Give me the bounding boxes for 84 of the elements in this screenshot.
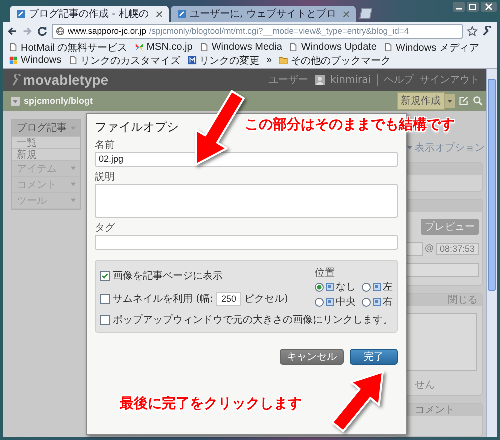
tag-field[interactable]: [95, 235, 398, 250]
checkbox[interactable]: [100, 315, 110, 325]
checkbox-label: 画像を記事ページに表示: [113, 270, 223, 283]
close-icon[interactable]: [343, 10, 350, 18]
radio-button[interactable]: [362, 298, 371, 306]
width-field[interactable]: 250: [216, 292, 242, 306]
panel-title: コメント: [414, 404, 455, 417]
header-link[interactable]: ヘルプ: [384, 73, 414, 87]
dropdown-icon[interactable]: [11, 96, 20, 106]
edit-icon[interactable]: [459, 96, 469, 106]
radio-button[interactable]: [315, 282, 324, 292]
bookmark-item[interactable]: リンクの変更: [188, 54, 260, 67]
time-field[interactable]: 08:37:53: [436, 243, 479, 255]
header-link[interactable]: サインアウト: [420, 73, 480, 87]
maximize-icon[interactable]: [467, 2, 479, 12]
bookmark-item[interactable]: リンクのカスタマイズ: [68, 54, 181, 67]
caret-icon[interactable]: [445, 94, 455, 108]
field-label: 説明: [95, 172, 115, 183]
reload-icon[interactable]: [37, 26, 48, 36]
star-icon[interactable]: [467, 26, 478, 36]
user-label: ユーザー: [268, 74, 309, 87]
checkbox-label: ポップアップウィンドウで元の大きさの画像にリンクします。: [113, 314, 393, 327]
blog-name[interactable]: spjcmonly/blogt: [24, 96, 94, 106]
bookmark-item[interactable]: Windows Update: [289, 41, 377, 54]
caret-icon: [70, 166, 77, 171]
bookmark-item[interactable]: MSN.co.jp: [134, 41, 193, 54]
app-logo[interactable]: movabletype: [23, 72, 109, 88]
name-field[interactable]: 02.jpg: [95, 152, 398, 167]
notice-text: せん: [414, 379, 436, 393]
at-sign: @: [424, 244, 434, 254]
browser-tab[interactable]: ブログ記事の作成 - 札幌の: [10, 6, 169, 22]
cancel-button[interactable]: キャンセル: [280, 349, 344, 365]
checkbox[interactable]: [100, 294, 110, 304]
checkbox[interactable]: [100, 270, 110, 281]
caret-icon: [70, 126, 77, 130]
caret-icon: [70, 198, 77, 203]
new-tab-icon[interactable]: [358, 8, 374, 20]
field-label: 名前: [95, 140, 115, 151]
butterfly-icon: [134, 43, 144, 52]
annotation-text: 最後に完了をクリックします: [120, 395, 302, 413]
bookmark-item[interactable]: HotMail の無料サービス: [9, 41, 128, 54]
done-button[interactable]: 完了: [350, 349, 398, 365]
checkbox-label: サムネイルを利用 (幅:: [113, 292, 214, 306]
radio-button[interactable]: [362, 282, 371, 292]
username-link[interactable]: kinmirai: [330, 74, 371, 86]
annotation-arrow: [332, 371, 384, 432]
annotation-text: この部分はそのままでも結構です: [245, 116, 455, 134]
description-field[interactable]: [95, 184, 398, 218]
close-icon[interactable]: [481, 2, 497, 12]
position-label: 位置: [315, 266, 336, 280]
triangle-icon: [407, 145, 413, 151]
field-label: タグ: [95, 223, 115, 234]
sidebar-item[interactable]: 一覧: [12, 137, 80, 149]
radio-label: 左: [383, 281, 393, 294]
back-arrow-icon[interactable]: [7, 26, 18, 36]
new-entry-button[interactable]: 新規作成: [397, 92, 445, 110]
search-icon[interactable]: [473, 96, 483, 106]
radio-label: 右: [383, 296, 393, 309]
radio-label: なし: [336, 281, 356, 294]
wrench-icon[interactable]: [482, 26, 493, 36]
square-badge-icon: [188, 56, 197, 65]
sidebar-item[interactable]: 新規: [12, 149, 80, 161]
more-bookmarks-button[interactable]: »: [266, 54, 272, 67]
caret-icon: [70, 182, 77, 187]
minimize-icon[interactable]: [453, 2, 465, 12]
folder-icon: [279, 56, 288, 65]
globe-icon: [56, 26, 65, 36]
bookmark-item[interactable]: Windows メディア: [384, 41, 480, 54]
bookmark-item[interactable]: その他のブックマーク: [279, 54, 392, 67]
sidebar-item[interactable]: ブログ記事: [12, 120, 80, 137]
address-field[interactable]: www.sapporo-jc.or.jp /spjcmonly/blogtool/mt/mt.cgi?__mode=view&_type=entry&blog_id=4: [52, 24, 463, 38]
browser-tab[interactable]: ユーザーに, ウェブサイトとブロ: [170, 6, 356, 22]
close-icon[interactable]: [156, 10, 163, 18]
radio-button[interactable]: [315, 298, 324, 306]
radio-label: 中央: [336, 296, 356, 309]
bookmark-item[interactable]: Windows: [9, 54, 62, 67]
preview-button[interactable]: プレビュー: [421, 219, 479, 235]
bookmark-item[interactable]: Windows Media: [200, 41, 282, 54]
dialog-title: ファイルオプシ: [95, 119, 179, 136]
unit-label: ピクセル): [244, 293, 288, 306]
avatar-icon: [314, 75, 325, 85]
wrench-logo-icon: [11, 74, 21, 86]
scrollbar[interactable]: [486, 69, 497, 437]
four-color-flag-icon: [9, 56, 18, 65]
